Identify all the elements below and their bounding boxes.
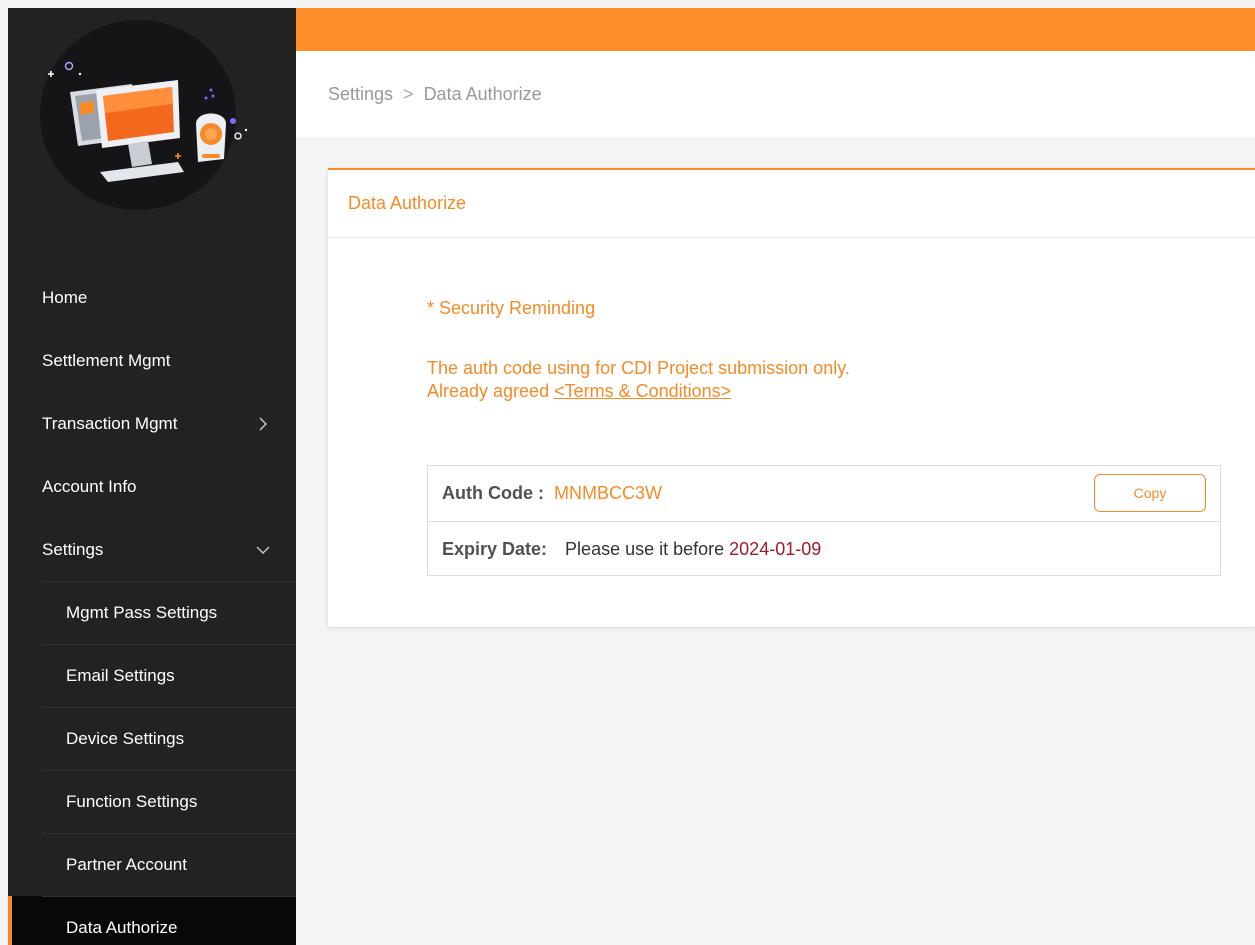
sidebar-subitem-data-authorize[interactable]: Data Authorize (8, 896, 296, 945)
notice-line: The auth code using for CDI Project subm… (427, 358, 850, 378)
sidebar-item-label: Settlement Mgmt (42, 350, 171, 370)
sidebar-item-account-info[interactable]: Account Info (8, 455, 296, 518)
auth-code-row: Auth Code : MNMBCC3W Copy (428, 466, 1220, 521)
sidebar-item-transaction-mgmt[interactable]: Transaction Mgmt (8, 392, 296, 455)
sidebar-item-label: Account Info (42, 476, 137, 496)
sidebar-item-label: Settings (42, 539, 104, 559)
sidebar-nav: Home Settlement Mgmt Transaction Mgmt Ac… (8, 266, 296, 945)
auth-code-value: MNMBCC3W (553, 483, 662, 503)
app-window: Home Settlement Mgmt Transaction Mgmt Ac… (0, 0, 1255, 945)
sidebar-subitem-email-settings[interactable]: Email Settings (8, 644, 296, 707)
sidebar-subitem-mgmt-pass-settings[interactable]: Mgmt Pass Settings (8, 581, 296, 644)
top-bar (296, 8, 1255, 51)
card-title: Data Authorize (328, 170, 1255, 238)
sidebar-subitem-device-settings[interactable]: Device Settings (8, 707, 296, 770)
sidebar-subitem-label: Partner Account (66, 854, 187, 874)
sidebar-item-label: Transaction Mgmt (42, 413, 178, 433)
security-reminder: * Security Reminding (427, 298, 596, 318)
sidebar-subitem-partner-account[interactable]: Partner Account (8, 833, 296, 896)
auth-table: Auth Code : MNMBCC3W Copy Expiry Date: P… (427, 465, 1221, 576)
chevron-down-icon (256, 546, 270, 554)
sidebar-item-settings[interactable]: Settings (8, 518, 296, 581)
pos-terminal-illustration-icon (48, 61, 248, 182)
data-authorize-card: Data Authorize * Security Reminding The … (328, 168, 1255, 627)
expiry-text: Please use it before (565, 538, 725, 559)
sidebar-item-home[interactable]: Home (8, 266, 296, 329)
breadcrumb-separator: > (403, 83, 414, 104)
sidebar-subitem-label: Device Settings (66, 728, 185, 748)
chevron-right-icon (259, 417, 267, 430)
sidebar-subitem-function-settings[interactable]: Function Settings (8, 770, 296, 833)
breadcrumb-parent[interactable]: Settings (328, 84, 393, 105)
sidebar-subitem-label: Mgmt Pass Settings (66, 602, 218, 622)
breadcrumb-current: Data Authorize (423, 83, 542, 104)
notice-agreed-text: Already agreed (427, 381, 555, 401)
breadcrumb: Settings > Data Authorize (296, 51, 1255, 137)
expiry-row: Expiry Date: Please use it before 2024-0… (428, 521, 1220, 576)
sidebar-subitem-label: Function Settings (66, 791, 198, 811)
sidebar-subitem-label: Data Authorize (66, 917, 178, 937)
auth-code-label: Auth Code : (442, 483, 544, 503)
expiry-date: 2024-01-09 (729, 538, 822, 559)
expiry-label: Expiry Date: (442, 538, 548, 559)
sidebar-item-label: Home (42, 287, 88, 307)
logo (28, 14, 250, 210)
auth-notice: The auth code using for CDI Project subm… (427, 357, 850, 403)
sidebar-subitem-label: Email Settings (66, 665, 175, 685)
terms-link[interactable]: <Terms & Conditions> (554, 381, 731, 401)
sidebar-item-settlement-mgmt[interactable]: Settlement Mgmt (8, 329, 296, 392)
sidebar: Home Settlement Mgmt Transaction Mgmt Ac… (8, 8, 296, 945)
copy-button[interactable]: Copy (1094, 474, 1206, 512)
notice-line: Already agreed <Terms & Conditions> (427, 380, 850, 403)
